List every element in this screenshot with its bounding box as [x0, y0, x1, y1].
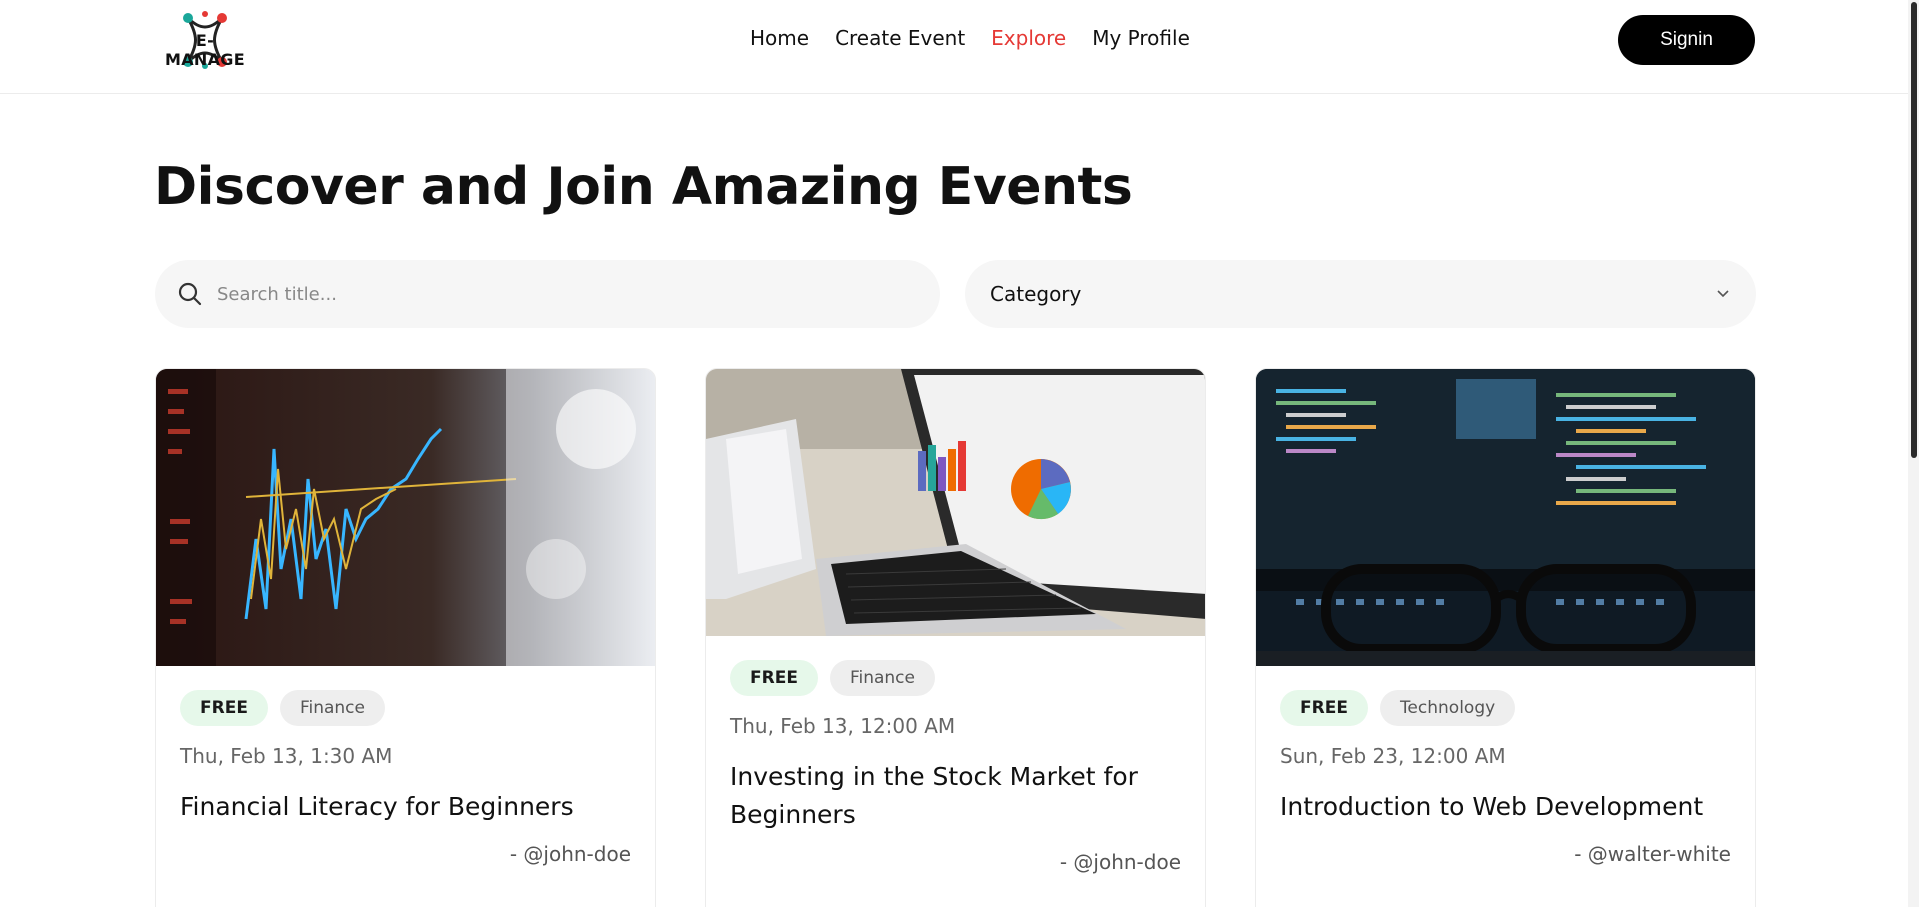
search-input[interactable]	[217, 283, 940, 305]
event-author: - @john-doe	[509, 842, 631, 866]
event-author: - @john-doe	[1059, 850, 1181, 874]
brand-logo[interactable]: E-MANAGE	[156, 8, 254, 72]
price-badge: FREE	[1280, 690, 1368, 726]
nav-my-profile[interactable]: My Profile	[1092, 26, 1190, 50]
category-badge: Finance	[829, 660, 935, 696]
event-title[interactable]: Introduction to Web Development	[1280, 788, 1731, 826]
search-icon	[178, 282, 202, 306]
price-badge: FREE	[180, 690, 268, 726]
search-bar	[155, 260, 940, 328]
event-badges: FREE Technology	[1280, 690, 1731, 726]
event-card-body: FREE Finance Thu, Feb 13, 1:30 AM Financ…	[180, 690, 631, 866]
event-title[interactable]: Investing in the Stock Market for Beginn…	[730, 758, 1181, 834]
chevron-down-icon	[1717, 290, 1729, 298]
event-card-body: FREE Technology Sun, Feb 23, 12:00 AM In…	[1280, 690, 1731, 866]
page-title: Discover and Join Amazing Events	[154, 157, 1133, 217]
category-selected-value: Category	[990, 282, 1082, 306]
event-card[interactable]: FREE Finance Thu, Feb 13, 1:30 AM Financ…	[155, 368, 656, 907]
category-badge: Finance	[279, 690, 385, 726]
event-badges: FREE Finance	[180, 690, 631, 726]
event-card-body: FREE Finance Thu, Feb 13, 12:00 AM Inves…	[730, 660, 1181, 874]
event-date: Thu, Feb 13, 12:00 AM	[730, 714, 956, 738]
event-title[interactable]: Financial Literacy for Beginners	[180, 788, 631, 826]
event-card[interactable]: FREE Technology Sun, Feb 23, 12:00 AM In…	[1255, 368, 1756, 907]
nav-explore[interactable]: Explore	[991, 26, 1066, 50]
page-scrollbar[interactable]	[1908, 0, 1919, 907]
main-nav: Home Create Event Explore My Profile	[750, 26, 1190, 50]
event-badges: FREE Finance	[730, 660, 1181, 696]
scrollbar-thumb[interactable]	[1911, 2, 1917, 458]
event-image-stock-chart	[156, 369, 655, 666]
nav-create-event[interactable]: Create Event	[835, 26, 965, 50]
category-select[interactable]: Category	[965, 260, 1756, 328]
logo-text: E-MANAGE	[165, 31, 245, 69]
event-author: - @walter-white	[1574, 842, 1731, 866]
event-date: Sun, Feb 23, 12:00 AM	[1280, 744, 1506, 768]
event-image-code-screen	[1256, 369, 1755, 666]
price-badge: FREE	[730, 660, 818, 696]
category-badge: Technology	[1379, 690, 1516, 726]
top-navbar: E-MANAGE Home Create Event Explore My Pr…	[0, 0, 1908, 94]
event-card[interactable]: FREE Finance Thu, Feb 13, 12:00 AM Inves…	[705, 368, 1206, 907]
event-date: Thu, Feb 13, 1:30 AM	[180, 744, 393, 768]
event-image-laptop-charts	[706, 369, 1205, 636]
signin-button[interactable]: Signin	[1618, 15, 1755, 65]
nav-home[interactable]: Home	[750, 26, 809, 50]
